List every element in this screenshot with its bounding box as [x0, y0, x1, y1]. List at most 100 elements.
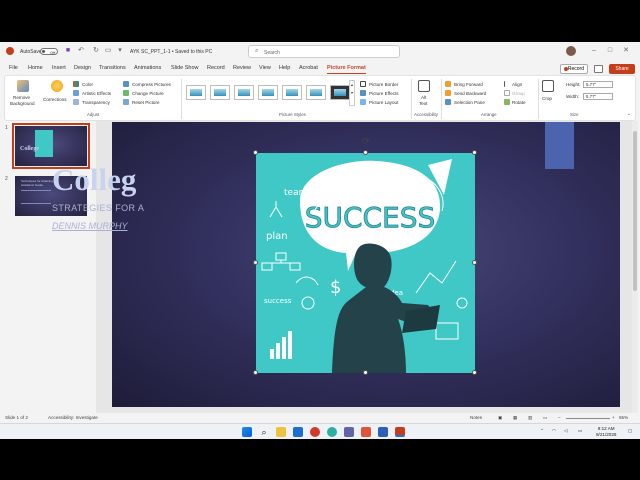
alt-text-label-1[interactable]: Alt: [421, 95, 426, 100]
taskbar-search-icon[interactable]: ⌕: [259, 427, 269, 437]
width-input[interactable]: 5.77": [583, 93, 613, 100]
decorative-rectangle[interactable]: [545, 122, 574, 169]
search-box[interactable]: ⌕ Search: [248, 45, 400, 58]
selected-picture[interactable]: SUCCESS team plan success $ idea: [253, 150, 477, 375]
slide-subtitle[interactable]: STRATEGIES FOR A: [52, 203, 144, 213]
present-icon[interactable]: ▭: [104, 47, 112, 55]
resize-handle-top-right[interactable]: [472, 150, 477, 155]
notes-button[interactable]: Notes: [470, 415, 482, 420]
bring-forward-label[interactable]: Bring Forward: [454, 82, 483, 87]
tab-review[interactable]: Review: [233, 65, 251, 71]
group-icon[interactable]: [504, 90, 510, 96]
crop-icon[interactable]: [542, 80, 554, 92]
collapse-ribbon-icon[interactable]: ⌃: [627, 113, 631, 119]
tab-help[interactable]: Help: [279, 65, 290, 71]
tab-file[interactable]: File: [9, 65, 18, 71]
remove-background-icon[interactable]: [17, 80, 29, 92]
share-button[interactable]: Share: [609, 64, 635, 74]
reset-picture-icon[interactable]: [123, 99, 129, 105]
teams-icon[interactable]: [344, 427, 354, 437]
reading-view-icon[interactable]: ▥: [528, 415, 532, 421]
minimize-icon[interactable]: –: [590, 47, 598, 55]
remove-background-label-2[interactable]: Background: [10, 101, 35, 106]
picture-style-2[interactable]: [210, 85, 230, 100]
artistic-effects-label[interactable]: Artistic Effects: [82, 91, 111, 96]
wifi-icon[interactable]: ◠: [552, 428, 556, 434]
slide-sorter-icon[interactable]: ▦: [513, 415, 517, 421]
tab-picture-format[interactable]: Picture Format: [327, 65, 366, 74]
selection-pane-label[interactable]: Selection Pane: [454, 100, 485, 105]
align-icon[interactable]: [504, 81, 510, 87]
undo-icon[interactable]: ↶: [77, 47, 85, 55]
compress-pictures-label[interactable]: Compress Pictures: [132, 82, 171, 87]
crop-label[interactable]: Crop: [542, 96, 552, 101]
word-icon[interactable]: [378, 427, 388, 437]
record-button[interactable]: Record: [560, 64, 588, 74]
alt-text-icon[interactable]: [418, 80, 430, 92]
zoom-out-icon[interactable]: –: [558, 415, 561, 420]
height-input[interactable]: 5.77": [583, 81, 613, 88]
edge-icon[interactable]: [327, 427, 337, 437]
clock[interactable]: 9:12 AM 9/21/2026: [596, 426, 616, 437]
slideshow-view-icon[interactable]: ▭: [543, 415, 547, 421]
zoom-in-icon[interactable]: +: [612, 415, 615, 420]
windows-start-icon[interactable]: [242, 427, 252, 437]
picture-layout-label[interactable]: Picture Layout: [369, 100, 398, 105]
autosave-toggle[interactable]: [40, 48, 58, 55]
tray-chevron-icon[interactable]: ⌃: [540, 428, 544, 434]
resize-handle-right[interactable]: [472, 260, 477, 265]
picture-border-icon[interactable]: [360, 81, 366, 87]
vertical-scrollbar[interactable]: [632, 121, 638, 413]
close-icon[interactable]: ✕: [622, 47, 630, 55]
resize-handle-top-left[interactable]: [253, 150, 258, 155]
picture-effects-label[interactable]: Picture Effects: [369, 91, 399, 96]
tab-design[interactable]: Design: [74, 65, 91, 71]
normal-view-icon[interactable]: ▣: [498, 415, 502, 421]
tab-record[interactable]: Record: [207, 65, 225, 71]
rotate-icon[interactable]: [504, 99, 510, 105]
slide-thumbnail-1[interactable]: College: [12, 123, 90, 169]
resize-handle-top[interactable]: [363, 150, 368, 155]
acrobat-icon[interactable]: [310, 427, 320, 437]
file-explorer-icon[interactable]: [276, 427, 286, 437]
notification-icon[interactable]: ▢: [628, 428, 632, 434]
styles-gallery-scroll[interactable]: ▴ ▾: [349, 80, 355, 106]
maximize-icon[interactable]: □: [606, 47, 614, 55]
color-label[interactable]: Color: [82, 82, 93, 87]
save-icon[interactable]: ■: [64, 47, 72, 55]
accessibility-status[interactable]: Accessibility: Investigate: [48, 415, 98, 420]
compress-pictures-icon[interactable]: [123, 81, 129, 87]
tab-transitions[interactable]: Transitions: [99, 65, 126, 71]
resize-handle-left[interactable]: [253, 260, 258, 265]
user-avatar[interactable]: [566, 46, 576, 56]
picture-style-3[interactable]: [234, 85, 254, 100]
resize-handle-bottom-left[interactable]: [253, 370, 258, 375]
send-backward-icon[interactable]: [445, 90, 451, 96]
tab-animations[interactable]: Animations: [134, 65, 161, 71]
tab-home[interactable]: Home: [28, 65, 43, 71]
rotate-label[interactable]: Rotate: [512, 100, 526, 105]
powerpoint-taskbar-icon[interactable]: [395, 427, 405, 437]
align-label[interactable]: Align: [512, 82, 522, 87]
customize-qat-icon[interactable]: ▾: [116, 47, 124, 55]
resize-handle-bottom-right[interactable]: [472, 370, 477, 375]
remove-background-label-1[interactable]: Remove: [13, 95, 30, 100]
bring-forward-icon[interactable]: [445, 81, 451, 87]
tab-view[interactable]: View: [259, 65, 271, 71]
zoom-level[interactable]: 65%: [619, 415, 628, 420]
change-picture-icon[interactable]: [123, 90, 129, 96]
picture-effects-icon[interactable]: [360, 90, 366, 96]
battery-icon[interactable]: ▭: [578, 428, 582, 434]
transparency-label[interactable]: Transparency: [82, 100, 110, 105]
picture-style-5[interactable]: [282, 85, 302, 100]
rotate-handle-icon[interactable]: ⟳: [361, 136, 371, 147]
corrections-label[interactable]: Corrections: [43, 97, 67, 102]
volume-icon[interactable]: ◁: [564, 428, 568, 434]
outlook-icon[interactable]: [293, 427, 303, 437]
picture-style-4[interactable]: [258, 85, 278, 100]
redo-icon[interactable]: ↻: [92, 47, 100, 55]
selection-pane-icon[interactable]: [445, 99, 451, 105]
picture-border-label[interactable]: Picture Border: [369, 82, 398, 87]
zoom-slider[interactable]: [566, 418, 610, 419]
transparency-icon[interactable]: [73, 99, 79, 105]
